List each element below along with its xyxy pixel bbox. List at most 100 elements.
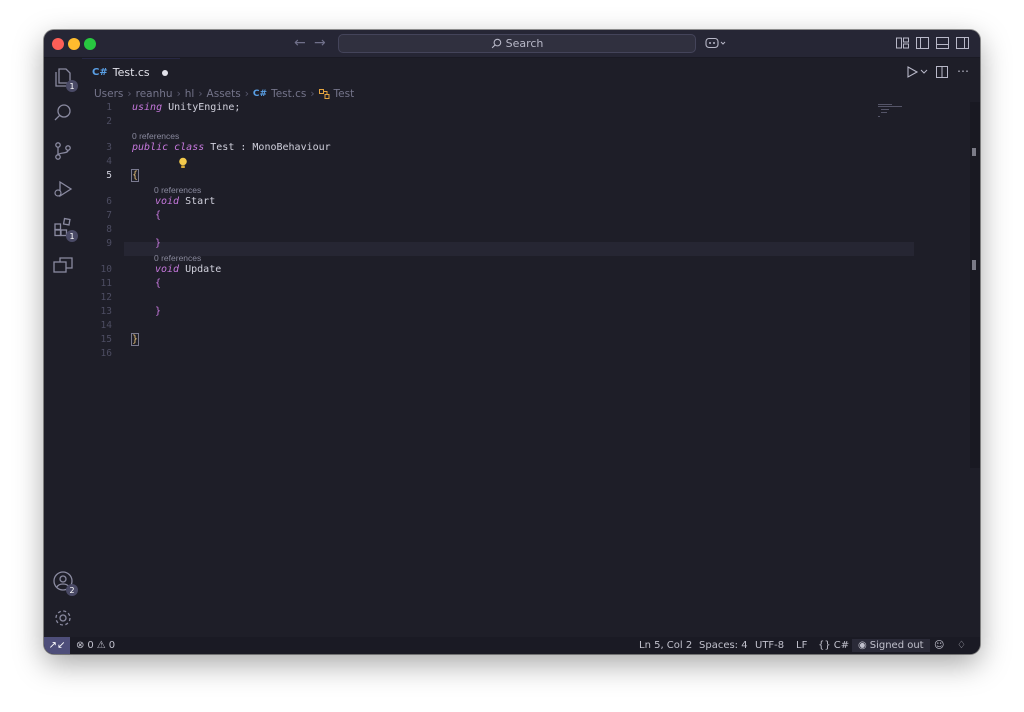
- breadcrumb-reanhu[interactable]: reanhu: [136, 88, 173, 100]
- toggle-sidebar-icon[interactable]: [916, 37, 929, 49]
- scrollbar-marker: [972, 148, 976, 156]
- explorer-badge: 1: [66, 80, 78, 92]
- accounts-button[interactable]: 2: [52, 570, 78, 596]
- tab-label: Test.cs: [112, 66, 150, 79]
- remote-explorer-button[interactable]: [52, 253, 74, 275]
- toggle-secondary-sidebar-icon[interactable]: [956, 37, 969, 49]
- warning-icon: ⚠: [96, 640, 106, 651]
- extensions-badge: 1: [66, 230, 78, 242]
- line-number-gutter: 1 2 3 4 5 6 7 8 9 10 11 12 13 14 15 16: [82, 102, 124, 637]
- code-text: Update: [179, 264, 222, 275]
- vertical-scrollbar[interactable]: [970, 102, 980, 468]
- indentation[interactable]: Spaces: 4: [699, 639, 748, 652]
- line-number: 8: [106, 224, 112, 235]
- code-line-5[interactable]: {: [130, 169, 140, 182]
- vscode-window: ← → Search 1 1 2 C# Test.cs ⋯ Users › re…: [44, 30, 980, 654]
- split-editor-icon[interactable]: [936, 66, 948, 78]
- class-symbol-icon: [318, 89, 330, 99]
- line-number: 12: [100, 292, 112, 303]
- code-text: UnityEngine;: [162, 102, 241, 113]
- language-mode[interactable]: {} C#: [818, 639, 849, 652]
- matched-brace: }: [130, 333, 140, 346]
- signed-out-label: Signed out: [869, 640, 924, 651]
- brace: }: [155, 306, 162, 317]
- minimize-window-button[interactable]: [68, 38, 80, 50]
- codelens-references[interactable]: 0 references: [132, 131, 179, 141]
- gear-icon: [55, 610, 71, 626]
- tab-test-cs[interactable]: C# Test.cs: [82, 58, 180, 86]
- chevron-right-icon: ›: [244, 88, 249, 100]
- source-control-icon: [55, 142, 71, 160]
- manage-button[interactable]: [52, 607, 74, 629]
- copilot-icon: ◉: [858, 640, 867, 651]
- code-line-1[interactable]: using UnityEngine;: [132, 102, 240, 113]
- problems-indicator[interactable]: ⊗ 0 ⚠ 0: [76, 639, 115, 652]
- codelens-references[interactable]: 0 references: [154, 253, 201, 263]
- zoom-window-button[interactable]: [84, 38, 96, 50]
- chevron-right-icon: ›: [127, 88, 132, 100]
- brace: {: [155, 278, 162, 289]
- lightbulb-icon[interactable]: [178, 157, 188, 169]
- remote-indicator-button[interactable]: ↗↙: [44, 637, 70, 654]
- braces-icon: {}: [818, 640, 831, 651]
- chevron-right-icon: ›: [176, 88, 181, 100]
- bell-icon[interactable]: ♢: [957, 639, 966, 652]
- code-line-11[interactable]: {: [155, 278, 161, 289]
- run-debug-button[interactable]: [52, 178, 74, 200]
- line-number: 1: [106, 102, 112, 113]
- layout-customize-icon[interactable]: [896, 37, 909, 49]
- line-number: 11: [100, 278, 112, 289]
- line-number: 2: [106, 116, 112, 127]
- encoding[interactable]: UTF-8: [755, 639, 784, 652]
- more-actions-icon[interactable]: ⋯: [957, 64, 969, 78]
- code-line-15[interactable]: }: [130, 333, 140, 346]
- unsaved-dot-icon[interactable]: [162, 70, 168, 76]
- brace: }: [155, 238, 162, 249]
- breadcrumb: Users › reanhu › hl › Assets › C# Test.c…: [94, 87, 354, 101]
- keyword-public-class: public class: [132, 142, 205, 153]
- codelens-references[interactable]: 0 references: [154, 185, 201, 195]
- breadcrumb-hl[interactable]: hl: [185, 88, 195, 100]
- breadcrumb-test-class[interactable]: Test: [334, 88, 355, 100]
- source-control-button[interactable]: [52, 140, 74, 162]
- run-icon[interactable]: [906, 66, 930, 78]
- code-line-3[interactable]: public class Test : MonoBehaviour: [132, 142, 331, 153]
- cursor-position[interactable]: Ln 5, Col 2: [639, 639, 692, 652]
- code-line-9[interactable]: }: [155, 238, 161, 249]
- code-editor[interactable]: 1 2 3 4 5 6 7 8 9 10 11 12 13 14 15 16 u…: [82, 102, 980, 637]
- close-window-button[interactable]: [52, 38, 64, 50]
- line-number: 4: [106, 156, 112, 167]
- current-line-highlight: [124, 242, 914, 256]
- copilot-icon[interactable]: [705, 37, 727, 49]
- line-number: 9: [106, 238, 112, 249]
- status-bar: ↗↙ ⊗ 0 ⚠ 0 Ln 5, Col 2 Spaces: 4 UTF-8 L…: [44, 637, 980, 654]
- back-arrow-icon[interactable]: ←: [294, 35, 306, 51]
- line-number: 14: [100, 320, 112, 331]
- code-line-13[interactable]: }: [155, 306, 161, 317]
- toggle-panel-icon[interactable]: [936, 37, 949, 49]
- search-icon: [54, 104, 71, 121]
- search-view-button[interactable]: [52, 102, 74, 124]
- breadcrumb-users[interactable]: Users: [94, 88, 123, 100]
- feedback-icon[interactable]: ☺: [934, 639, 944, 652]
- code-line-10[interactable]: void Update: [155, 264, 221, 275]
- language-label: C#: [833, 640, 850, 651]
- copilot-status[interactable]: ◉ Signed out: [852, 639, 930, 652]
- command-center-search[interactable]: Search: [338, 34, 696, 53]
- end-of-line[interactable]: LF: [796, 639, 807, 652]
- breadcrumb-test-cs[interactable]: Test.cs: [271, 88, 306, 100]
- forward-arrow-icon[interactable]: →: [314, 35, 326, 51]
- warning-count: 0: [108, 640, 116, 651]
- run-debug-icon: [54, 180, 73, 198]
- explorer-button[interactable]: 1: [52, 66, 78, 92]
- line-number: 6: [106, 196, 112, 207]
- line-number: 3: [106, 142, 112, 153]
- scrollbar-thumb[interactable]: [972, 260, 976, 270]
- keyword-using: using: [132, 102, 163, 113]
- chevron-right-icon: ›: [198, 88, 203, 100]
- breadcrumb-assets[interactable]: Assets: [207, 88, 241, 100]
- code-line-7[interactable]: {: [155, 210, 161, 221]
- extensions-button[interactable]: 1: [52, 216, 78, 242]
- code-line-6[interactable]: void Start: [155, 196, 215, 207]
- minimap[interactable]: [876, 102, 926, 162]
